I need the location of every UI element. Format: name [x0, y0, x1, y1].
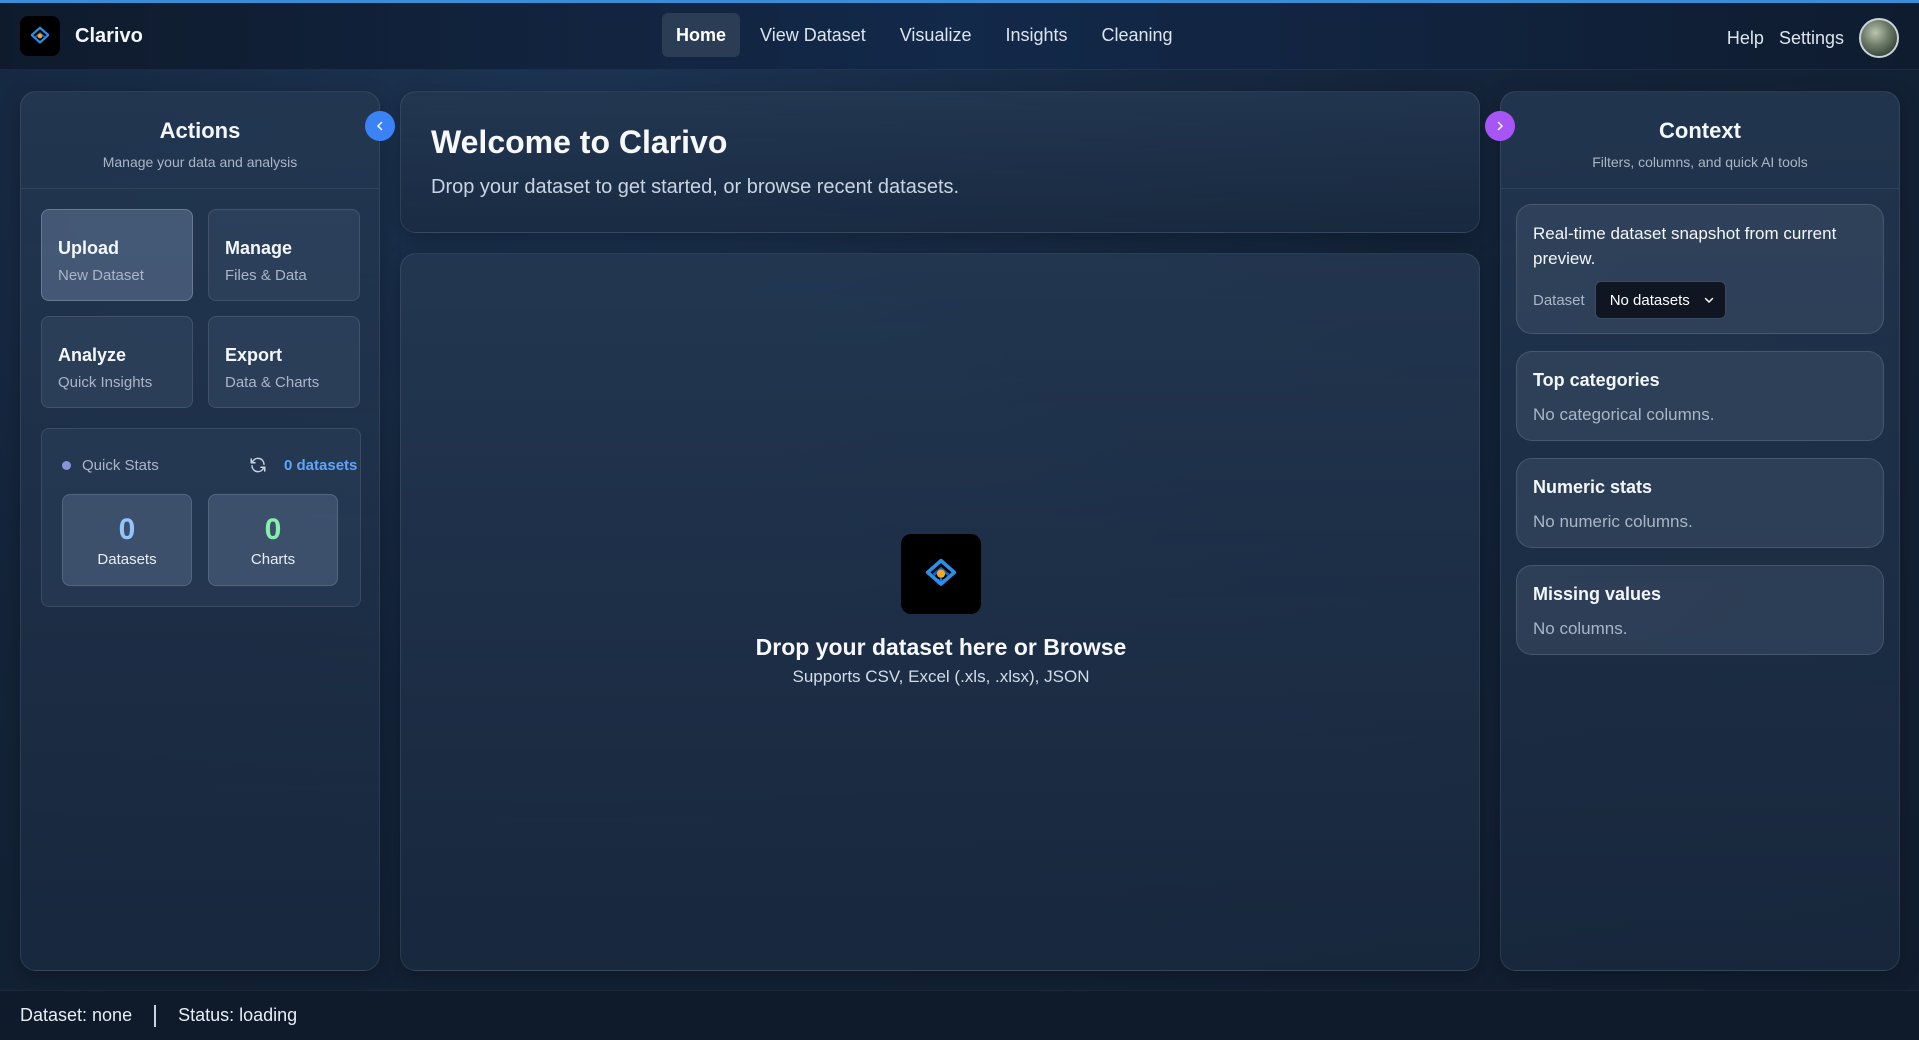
export-subtitle: Data & Charts [225, 374, 320, 391]
nav-visualize[interactable]: Visualize [886, 13, 986, 57]
export-button[interactable]: Export Data & Charts [208, 316, 360, 408]
avatar[interactable] [1859, 18, 1899, 58]
datasets-label: Datasets [97, 551, 157, 568]
top-categories-card: Top categories No categorical columns. [1516, 351, 1884, 441]
welcome-subtitle: Drop your dataset to get started, or bro… [431, 176, 960, 198]
nav-view-dataset[interactable]: View Dataset [746, 13, 880, 57]
chevron-down-icon [1704, 297, 1713, 304]
dataset-selector-row: Dataset No datasets [1533, 281, 1867, 319]
dataset-count-link[interactable]: 0 datasets [284, 457, 357, 474]
main-nav: Home View Dataset Visualize Insights Cle… [662, 13, 1193, 57]
status-state: Status: loading [178, 1005, 298, 1025]
upload-subtitle: New Dataset [58, 267, 144, 284]
chevron-right-icon [1497, 121, 1504, 131]
charts-label: Charts [250, 551, 296, 568]
top-navbar: Clarivo Home View Dataset Visualize Insi… [0, 0, 1919, 70]
dataset-select-value: No datasets [1609, 291, 1690, 309]
missing-values-desc: No columns. [1533, 619, 1628, 638]
context-panel: Context Filters, columns, and quick AI t… [1500, 91, 1900, 971]
chevron-left-icon [376, 121, 383, 131]
actions-subtitle: Manage your data and analysis [102, 154, 298, 170]
charts-stat: 0 Charts [208, 494, 338, 586]
quick-stats: Quick Stats 0 datasets 0 Datasets 0 Char… [41, 428, 361, 607]
settings-link[interactable]: Settings [1779, 28, 1844, 49]
dropzone-subtitle: Supports CSV, Excel (.xls, .xlsx), JSON [792, 667, 1090, 686]
quick-stats-label: Quick Stats [82, 457, 159, 474]
datasets-count: 0 [118, 513, 136, 546]
actions-header: Actions Manage your data and analysis [21, 92, 379, 189]
quick-stats-header: Quick Stats 0 datasets [62, 455, 357, 475]
numeric-stats-card: Numeric stats No numeric columns. [1516, 458, 1884, 548]
upload-logo-icon[interactable] [901, 534, 981, 614]
status-separator [154, 1004, 157, 1027]
upload-button[interactable]: Upload New Dataset [41, 209, 193, 301]
datasets-stat: 0 Datasets [62, 494, 192, 586]
context-header: Context Filters, columns, and quick AI t… [1501, 92, 1899, 189]
nav-home[interactable]: Home [662, 13, 741, 57]
numeric-stats-desc: No numeric columns. [1533, 512, 1693, 531]
actions-panel: Actions Manage your data and analysis Up… [20, 91, 380, 971]
upload-title: Upload [58, 238, 119, 258]
welcome-panel: Welcome to Clarivo Drop your dataset to … [400, 91, 1480, 233]
snapshot-card: Real-time dataset snapshot from current … [1516, 204, 1884, 334]
top-right-actions: Help Settings [1712, 18, 1899, 58]
status-dot [62, 461, 71, 470]
manage-button[interactable]: Manage Files & Data [208, 209, 360, 301]
status-bar: Dataset: none Status: loading [0, 990, 1919, 1040]
numeric-stats-title: Numeric stats [1533, 477, 1653, 497]
clarivo-logo-icon [20, 16, 60, 56]
dropzone[interactable]: Drop your dataset here or Browse Support… [400, 253, 1480, 971]
context-subtitle: Filters, columns, and quick AI tools [1592, 154, 1808, 170]
status-dataset: Dataset: none [20, 1005, 133, 1025]
charts-count: 0 [264, 513, 282, 546]
brand[interactable]: Clarivo [20, 16, 143, 56]
export-title: Export [225, 345, 283, 365]
collapse-right-button[interactable] [1485, 111, 1515, 141]
nav-insights[interactable]: Insights [991, 13, 1081, 57]
collapse-left-button[interactable] [365, 111, 395, 141]
manage-subtitle: Files & Data [225, 267, 307, 284]
help-link[interactable]: Help [1727, 28, 1764, 49]
nav-cleaning[interactable]: Cleaning [1088, 13, 1187, 57]
actions-title: Actions [159, 118, 241, 143]
snapshot-text: Real-time dataset snapshot from current … [1533, 224, 1837, 268]
missing-values-card: Missing values No columns. [1516, 565, 1884, 655]
welcome-title: Welcome to Clarivo [431, 124, 728, 160]
refresh-icon[interactable] [249, 456, 267, 474]
context-title: Context [1659, 118, 1741, 143]
dataset-label: Dataset [1533, 291, 1585, 309]
top-categories-desc: No categorical columns. [1533, 405, 1715, 424]
dataset-select[interactable]: No datasets [1594, 281, 1726, 319]
missing-values-title: Missing values [1533, 584, 1662, 604]
analyze-title: Analyze [58, 345, 127, 365]
top-categories-title: Top categories [1533, 370, 1660, 390]
dropzone-title: Drop your dataset here or Browse [755, 634, 1127, 660]
analyze-subtitle: Quick Insights [58, 374, 153, 391]
manage-title: Manage [225, 238, 293, 258]
analyze-button[interactable]: Analyze Quick Insights [41, 316, 193, 408]
brand-name: Clarivo [75, 24, 143, 47]
